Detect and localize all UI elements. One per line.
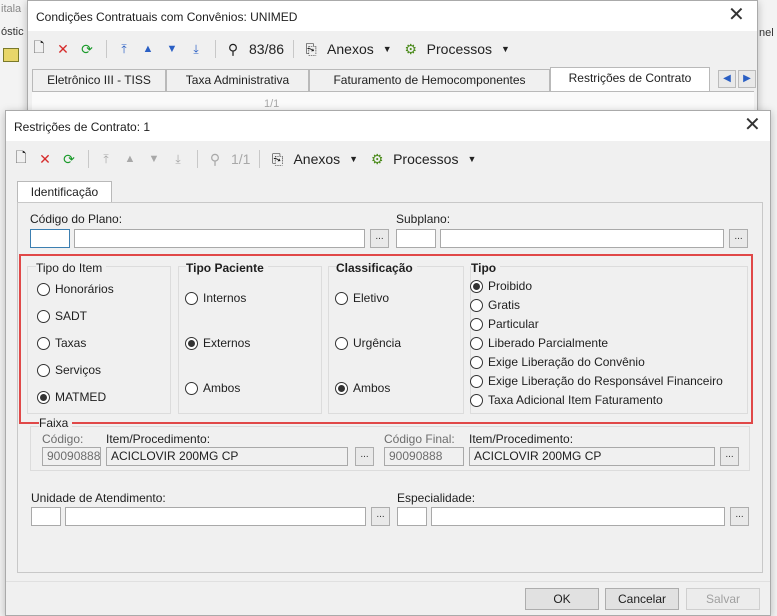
tab-identificacao[interactable]: Identificação — [17, 181, 112, 203]
paperclip-icon: ⎘ — [271, 150, 284, 167]
last-record-icon[interactable]: ⤓ — [185, 38, 207, 60]
refresh-icon[interactable]: ⟳ — [76, 38, 98, 60]
faixa-codigo-final-input[interactable]: 90090888 — [384, 447, 464, 466]
delete-icon[interactable]: ✕ — [52, 38, 74, 60]
ok-button[interactable]: OK — [525, 588, 599, 610]
chevron-down-icon[interactable]: ▼ — [501, 44, 510, 54]
codigo-plano-label: Código do Plano: — [30, 212, 123, 226]
unidade-lookup-button[interactable]: ... — [371, 507, 390, 526]
toolbar-separator — [106, 40, 107, 58]
chevron-down-icon[interactable]: ▼ — [383, 44, 392, 54]
previous-record-icon: ▲ — [124, 153, 136, 165]
subplano-label: Subplano: — [396, 212, 451, 226]
outer-window: Condições Contratuais com Convênios: UNI… — [27, 0, 758, 118]
faixa-title: Faixa — [39, 416, 73, 430]
faixa-codigo-final-label: Código Final: — [384, 432, 455, 446]
subplano-descricao-input[interactable] — [440, 229, 724, 248]
codigo-plano-input[interactable] — [30, 229, 70, 248]
unidade-descricao-input[interactable] — [65, 507, 366, 526]
refresh-icon[interactable]: ⟳ — [58, 148, 80, 170]
outer-window-title: Condições Contratuais com Convênios: UNI… — [36, 10, 298, 24]
especialidade-codigo-input[interactable] — [397, 507, 427, 526]
previous-record-icon[interactable]: ▲ — [137, 38, 159, 60]
toolbar-separator — [197, 150, 198, 168]
background-fragment: itala — [1, 3, 22, 15]
subplano-input[interactable] — [396, 229, 436, 248]
next-record-icon: ▼ — [148, 153, 160, 165]
anexos-menu[interactable]: Anexos — [293, 151, 340, 167]
dialog-title: Restrições de Contrato: 1 — [14, 120, 151, 134]
faixa-item-final-input[interactable]: ACICLOVIR 200MG CP — [469, 447, 715, 466]
faixa-item-final-lookup-button[interactable]: ... — [720, 447, 739, 466]
faixa-codigo-input[interactable]: 90090888 — [42, 447, 101, 466]
faixa-item-input[interactable]: ACICLOVIR 200MG CP — [106, 447, 348, 466]
paperclip-icon: ⎘ — [305, 40, 317, 57]
tab-restricoes-contrato[interactable]: Restrições de Contrato — [550, 67, 710, 91]
record-counter: 1/1 — [231, 151, 251, 167]
toolbar-separator — [259, 150, 261, 168]
close-icon[interactable]: ✕ — [744, 115, 761, 135]
especialidade-lookup-button[interactable]: ... — [730, 507, 749, 526]
plano-descricao-input[interactable] — [74, 229, 365, 248]
record-counter: 83/86 — [249, 41, 285, 57]
close-icon[interactable]: ✕ — [728, 5, 745, 25]
highlight-box — [19, 254, 753, 424]
delete-icon[interactable]: ✕ — [34, 148, 56, 170]
binoculars-icon: ⚲ — [209, 150, 221, 167]
cancel-button[interactable]: Cancelar — [605, 588, 679, 610]
toolbar-separator — [293, 40, 295, 58]
outer-toolbar: 🗋 ✕ ⟳ ⤒ ▲ ▼ ⤓ ⚲ 83/86 ⎘ Anexos ▼ ⚙ Proce… — [28, 36, 510, 62]
subplano-lookup-button[interactable]: ... — [729, 229, 748, 248]
binoculars-icon[interactable]: ⚲ — [222, 38, 244, 60]
faixa-item-label: Item/Procedimento: — [106, 432, 211, 446]
tab-faturamento-hemocomponentes[interactable]: Faturamento de Hemocomponentes — [309, 69, 550, 91]
tab-taxa-administrativa[interactable]: Taxa Administrativa — [166, 69, 309, 91]
background-fragment: óstic — [1, 26, 24, 38]
toolbar-separator — [215, 40, 216, 58]
faixa-item-lookup-button[interactable]: ... — [355, 447, 374, 466]
footer-divider — [6, 581, 770, 582]
processos-menu[interactable]: Processos — [393, 151, 458, 167]
peek-record-counter: 1/1 — [264, 98, 280, 110]
outer-titlebar: Condições Contratuais com Convênios: UNI… — [28, 1, 757, 31]
gears-icon: ⚙ — [370, 150, 384, 167]
chevron-down-icon[interactable]: ▼ — [349, 154, 358, 164]
plano-lookup-button[interactable]: ... — [370, 229, 389, 248]
unidade-label: Unidade de Atendimento: — [31, 491, 166, 505]
save-button: Salvar — [686, 588, 760, 610]
app-icon — [3, 48, 19, 62]
background-fragment: nel — [759, 27, 774, 39]
toolbar-separator — [88, 150, 89, 168]
dialog-window: Restrições de Contrato: 1 ✕ 🗋 ✕ ⟳ ⤒ ▲ ▼ … — [5, 110, 771, 616]
processos-menu[interactable]: Processos — [427, 41, 492, 57]
tab-eletronico-tiss[interactable]: Eletrônico III - TISS — [32, 69, 166, 91]
dialog-toolbar: 🗋 ✕ ⟳ ⤒ ▲ ▼ ⤓ ⚲ 1/1 ⎘ Anexos ▼ ⚙ Process… — [10, 146, 476, 172]
especialidade-descricao-input[interactable] — [431, 507, 725, 526]
new-document-icon[interactable]: 🗋 — [10, 148, 32, 170]
anexos-menu[interactable]: Anexos — [327, 41, 374, 57]
tab-scroll-left-icon[interactable]: ◀ — [718, 70, 736, 88]
chevron-down-icon[interactable]: ▼ — [467, 154, 476, 164]
first-record-icon[interactable]: ⤒ — [113, 38, 135, 60]
faixa-codigo-label: Código: — [42, 432, 84, 446]
unidade-codigo-input[interactable] — [31, 507, 61, 526]
first-record-icon: ⤒ — [103, 151, 109, 166]
tab-scroll-right-icon[interactable]: ▶ — [738, 70, 756, 88]
last-record-icon: ⤓ — [175, 151, 181, 166]
next-record-icon[interactable]: ▼ — [161, 38, 183, 60]
dialog-titlebar: Restrições de Contrato: 1 ✕ — [6, 111, 770, 141]
especialidade-label: Especialidade: — [397, 491, 476, 505]
gears-icon: ⚙ — [404, 40, 417, 57]
new-document-icon[interactable]: 🗋 — [28, 38, 50, 60]
faixa-item-final-label: Item/Procedimento: — [469, 432, 574, 446]
